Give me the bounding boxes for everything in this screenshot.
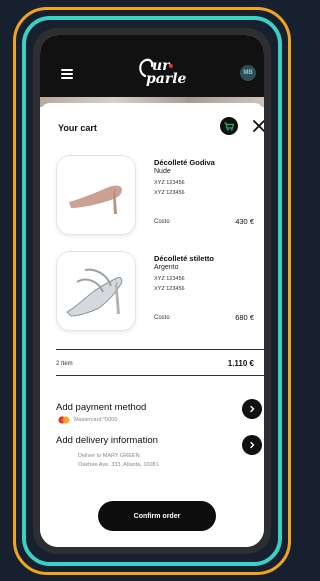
product-code: XYZ 123456 (154, 276, 185, 282)
delivery-arrow-button[interactable] (242, 435, 262, 455)
product-cost: 680 € (235, 313, 254, 322)
menu-icon[interactable] (61, 69, 73, 79)
payment-method-title[interactable]: Add payment method (56, 402, 146, 413)
product-image-stiletto[interactable] (56, 251, 136, 331)
delivery-info-title[interactable]: Add delivery information (56, 435, 158, 446)
product-cost: 430 € (235, 217, 254, 226)
delivery-name: Deliver to MARY GREEN (78, 453, 140, 459)
cost-label: Costo (154, 219, 170, 225)
phone-screen: ur parle MB Your cart Décolleté Godiva N… (40, 35, 264, 547)
product-name: Décolleté stiletto (154, 254, 215, 263)
cart-total: 1.110 € (227, 359, 254, 368)
product-image-godiva[interactable] (56, 155, 136, 235)
divider (56, 375, 264, 376)
product-color: Argento (154, 264, 179, 271)
product-color: Nude (154, 168, 171, 175)
items-count: 2 Item (56, 361, 73, 367)
product-name: Décolleté Godiva (154, 158, 215, 167)
product-code: XYZ 123456 (154, 286, 185, 292)
card-text: Mastercard *0000 (74, 417, 118, 423)
app-header: ur parle MB (40, 35, 264, 97)
mastercard-icon (58, 416, 70, 424)
delivery-address: Oaktree Ave. 333, Atlanta, 10081 (78, 462, 159, 468)
cart-icon[interactable] (220, 117, 238, 135)
brand-logo: ur parle (136, 54, 186, 90)
payment-arrow-button[interactable] (242, 399, 262, 419)
cost-label: Costo (154, 315, 170, 321)
close-icon[interactable] (252, 119, 264, 133)
divider (56, 349, 264, 350)
product-code: XYZ 123456 (154, 180, 185, 186)
avatar[interactable]: MB (240, 65, 256, 81)
cart-title: Your cart (58, 123, 97, 133)
cart-panel: Your cart Décolleté Godiva Nude XYZ 1234… (40, 103, 264, 547)
product-code: XYZ 123456 (154, 190, 185, 196)
confirm-order-button[interactable]: Confirm order (98, 501, 216, 531)
